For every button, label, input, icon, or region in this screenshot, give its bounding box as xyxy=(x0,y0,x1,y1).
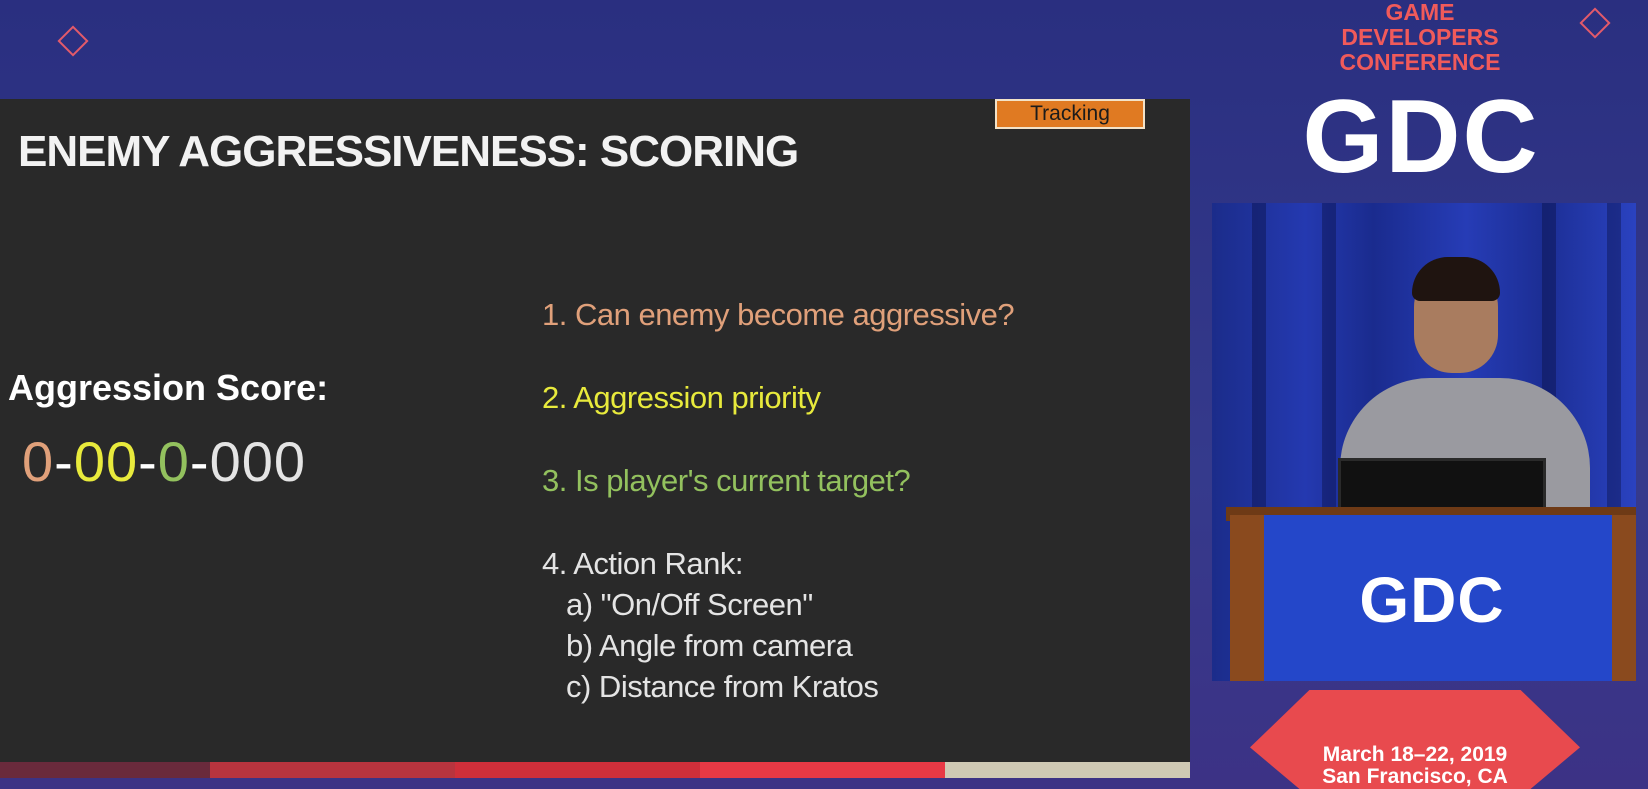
podium-gdc-logo: GDC xyxy=(1359,564,1505,636)
speaker-hair xyxy=(1412,257,1500,301)
conference-line-3: CONFERENCE xyxy=(1339,49,1501,75)
progress-segment-2 xyxy=(210,762,455,778)
progress-segment-5 xyxy=(945,762,1190,778)
score-dash-1: - xyxy=(54,430,74,493)
score-part-4: 000 xyxy=(209,430,307,493)
conference-name: GAME DEVELOPERS CONFERENCE xyxy=(1300,0,1540,75)
list-item-1: 1. Can enemy become aggressive? xyxy=(542,297,1015,332)
conference-location: San Francisco, CA xyxy=(1322,765,1508,788)
sublist-item-b: b) Angle from camera xyxy=(566,628,853,663)
presentation-slide: ENEMY AGGRESSIVENESS: SCORING Tracking A… xyxy=(0,99,1190,772)
score-dash-2: - xyxy=(138,430,158,493)
conference-date-location: March 18–22, 2019 San Francisco, CA xyxy=(1250,744,1580,788)
sublist-item-a: a) "On/Off Screen" xyxy=(566,587,813,622)
score-part-3: 0 xyxy=(157,430,190,493)
list-item-3: 3. Is player's current target? xyxy=(542,463,911,498)
slide-title: ENEMY AGGRESSIVENESS: SCORING xyxy=(18,127,799,176)
aggression-score-label: Aggression Score: xyxy=(8,367,329,408)
list-item-4: 4. Action Rank: xyxy=(542,546,744,581)
speaker-video: GDC xyxy=(1212,203,1636,681)
sublist-item-c: c) Distance from Kratos xyxy=(566,669,879,704)
score-part-2: 00 xyxy=(73,430,139,493)
gdc-logo: GDC xyxy=(1302,79,1540,195)
aggression-score-value: 0-00-0-000 xyxy=(22,429,306,494)
progress-segment-3 xyxy=(455,762,700,778)
tracking-tag: Tracking xyxy=(995,99,1145,129)
conference-line-2: DEVELOPERS xyxy=(1341,24,1499,50)
progress-segment-4 xyxy=(700,762,945,778)
conference-line-1: GAME xyxy=(1385,0,1455,25)
progress-segment-1 xyxy=(0,762,210,778)
score-dash-3: - xyxy=(189,430,210,493)
list-item-2: 2. Aggression priority xyxy=(542,380,821,415)
conference-date: March 18–22, 2019 xyxy=(1322,743,1508,766)
score-part-1: 0 xyxy=(22,430,55,493)
slide-progress-strip xyxy=(0,762,1190,778)
